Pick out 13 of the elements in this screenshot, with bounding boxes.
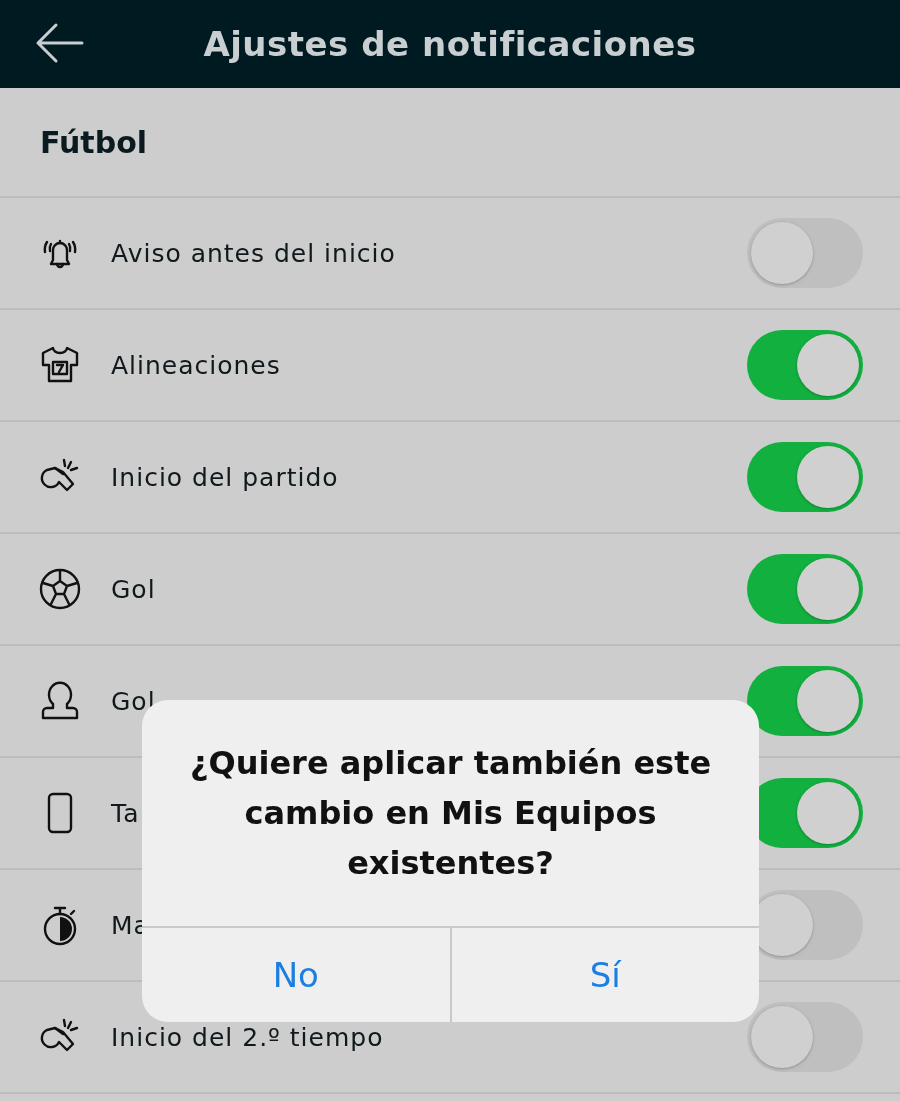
toggle-switch[interactable]	[747, 1002, 863, 1072]
setting-label: Gol	[111, 576, 156, 602]
section-title: Fútbol	[40, 123, 148, 162]
setting-label: Gol	[111, 688, 156, 714]
setting-label: Ta	[111, 800, 140, 826]
setting-label: Inicio del 2.º tiempo	[111, 1024, 384, 1050]
screen-title: Ajustes de notificaciones	[203, 23, 697, 65]
setting-label: Inicio del partido	[111, 464, 339, 490]
setting-label: Alineaciones	[111, 352, 281, 378]
dialog-button[interactable]: No	[142, 928, 450, 1022]
dialog-button[interactable]: Sí	[449, 928, 759, 1022]
dialog-message: ¿Quiere aplicar también este cambio en Mis Equipos existentes?	[188, 743, 713, 884]
setting-label: Aviso antes del inicio	[111, 240, 396, 266]
